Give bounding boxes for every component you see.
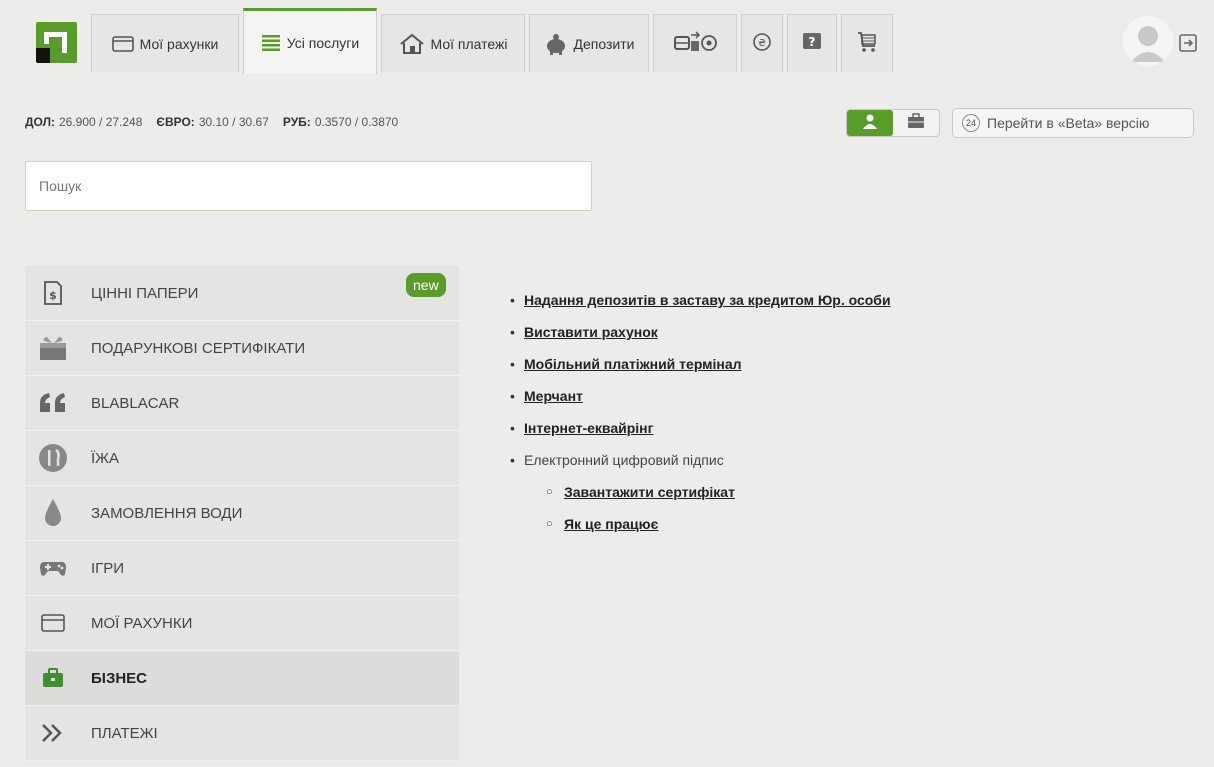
sub-list-item: ○ Завантажити сертифікат <box>546 484 735 500</box>
question-icon: ? <box>801 31 823 56</box>
menu-item-label: ЇЖА <box>91 449 120 467</box>
tab-label: Мої платежі <box>430 35 508 52</box>
menu-item-label: ІГРИ <box>91 559 125 577</box>
exchange-rates: ДОЛ: 26.900 / 27.248 ЄВРО: 30.10 / 30.67 Р… <box>25 115 398 129</box>
svg-text:₴: ₴ <box>758 38 766 49</box>
link-how-it-works[interactable]: Як це працює <box>564 516 658 532</box>
tab-transport[interactable] <box>653 14 737 72</box>
menu-item-food[interactable]: ЇЖА <box>25 431 459 486</box>
menu-item-payments[interactable]: ПЛАТЕЖІ <box>25 706 459 761</box>
list-item: • Мерчант <box>510 388 583 404</box>
list-icon <box>261 34 281 52</box>
menu-item-label: BLABLACAR <box>91 394 180 412</box>
user-avatar[interactable] <box>1123 16 1173 66</box>
menu-item-securities[interactable]: $ ЦІННІ ПАПЕРИ new <box>25 266 459 321</box>
privatbank-logo[interactable] <box>36 22 77 63</box>
link-issue-invoice[interactable]: Виставити рахунок <box>524 324 658 340</box>
logout-icon[interactable] <box>1178 33 1198 58</box>
house-icon <box>399 33 425 55</box>
water-drop-icon <box>38 498 68 528</box>
tab-label: Депозити <box>573 35 635 52</box>
list-item: • Надання депозитів в заставу за кредитом… <box>510 292 891 308</box>
card-icon <box>111 35 134 52</box>
menu-item-label: ЦІННІ ПАПЕРИ <box>91 284 199 302</box>
business-mode-button[interactable] <box>893 110 939 136</box>
menu-item-gift-certificates[interactable]: ПОДАРУНКОВІ СЕРТИФІКАТИ <box>25 321 459 376</box>
tab-label: Усі послуги <box>286 34 360 51</box>
menu-item-my-accounts[interactable]: МОЇ РАХУНКИ <box>25 596 459 651</box>
rate-usd: ДОЛ: 26.900 / 27.248 <box>25 115 143 129</box>
transport-icon <box>673 29 717 58</box>
currency-exchange-icon: ₴ <box>751 31 773 56</box>
beta-label: Перейти в «Beta» версію <box>987 115 1150 131</box>
tab-currency-exchange[interactable]: ₴ <box>741 14 783 72</box>
tab-my-accounts[interactable]: Мої рахунки <box>91 14 239 72</box>
menu-item-label: ПЛАТЕЖІ <box>91 724 158 742</box>
account-mode-toggle <box>846 109 940 137</box>
new-badge: new <box>406 273 446 297</box>
search-input[interactable] <box>25 161 592 211</box>
cart-icon <box>855 30 879 57</box>
tab-my-payments[interactable]: Мої платежі <box>381 14 525 72</box>
piggy-bank-icon <box>544 33 568 55</box>
sub-list-item: ○ Як це працює <box>546 516 659 532</box>
food-icon <box>38 443 68 473</box>
menu-item-games[interactable]: ІГРИ <box>25 541 459 596</box>
menu-item-blablacar[interactable]: BLABLACAR <box>25 376 459 431</box>
tab-cart[interactable] <box>841 14 893 72</box>
double-chevron-icon <box>38 723 68 743</box>
svg-text:?: ? <box>809 35 816 49</box>
rate-eur: ЄВРО: 30.10 / 30.67 <box>156 115 269 129</box>
quote-icon <box>38 392 68 414</box>
menu-item-business[interactable]: БІЗНЕС <box>25 651 459 706</box>
securities-icon: $ <box>38 281 68 305</box>
gamepad-icon <box>38 558 68 578</box>
business-services-list: • Надання депозитів в заставу за кредитом… <box>510 284 891 540</box>
top-navigation: Мої рахунки Усі послуги Мої платежі Депо… <box>0 0 1214 74</box>
link-merchant[interactable]: Мерчант <box>524 388 583 404</box>
briefcase-icon <box>907 112 925 134</box>
tab-deposits[interactable]: Депозити <box>529 14 649 72</box>
tab-label: Мої рахунки <box>139 35 219 52</box>
list-item: • Електронний цифровий підпис <box>510 452 724 468</box>
services-category-menu: $ ЦІННІ ПАПЕРИ new ПОДАРУНКОВІ СЕРТИФІКА… <box>25 266 459 761</box>
briefcase-icon <box>38 668 68 688</box>
link-mobile-terminal[interactable]: Мобільний платіжний термінал <box>524 356 742 372</box>
menu-item-label: ЗАМОВЛЕННЯ ВОДИ <box>91 504 243 522</box>
list-item: • Мобільний платіжний термінал <box>510 356 742 372</box>
tab-help[interactable]: ? <box>787 14 837 72</box>
digital-signature-label: Електронний цифровий підпис <box>524 452 724 468</box>
menu-item-label: ПОДАРУНКОВІ СЕРТИФІКАТИ <box>91 339 306 357</box>
svg-text:$: $ <box>49 289 57 302</box>
link-download-certificate[interactable]: Завантажити сертифікат <box>564 484 735 500</box>
rate-rub: РУБ: 0.3570 / 0.3870 <box>282 115 399 129</box>
list-item: • Інтернет-еквайрінг <box>510 420 654 436</box>
link-deposit-collateral[interactable]: Надання депозитів в заставу за кредитом … <box>524 292 891 308</box>
list-item: • Виставити рахунок <box>510 324 658 340</box>
menu-item-label: БІЗНЕС <box>91 669 148 687</box>
personal-mode-button[interactable] <box>847 110 893 136</box>
beta-version-button[interactable]: 24 Перейти в «Beta» версію <box>952 108 1194 138</box>
tab-all-services[interactable]: Усі послуги <box>243 8 377 74</box>
menu-item-label: МОЇ РАХУНКИ <box>91 614 193 632</box>
gift-icon <box>38 335 68 361</box>
card-icon <box>38 614 68 632</box>
link-internet-acquiring[interactable]: Інтернет-еквайрінг <box>524 420 653 436</box>
beta-count-badge: 24 <box>962 114 980 132</box>
person-icon <box>862 113 878 134</box>
menu-item-water-order[interactable]: ЗАМОВЛЕННЯ ВОДИ <box>25 486 459 541</box>
